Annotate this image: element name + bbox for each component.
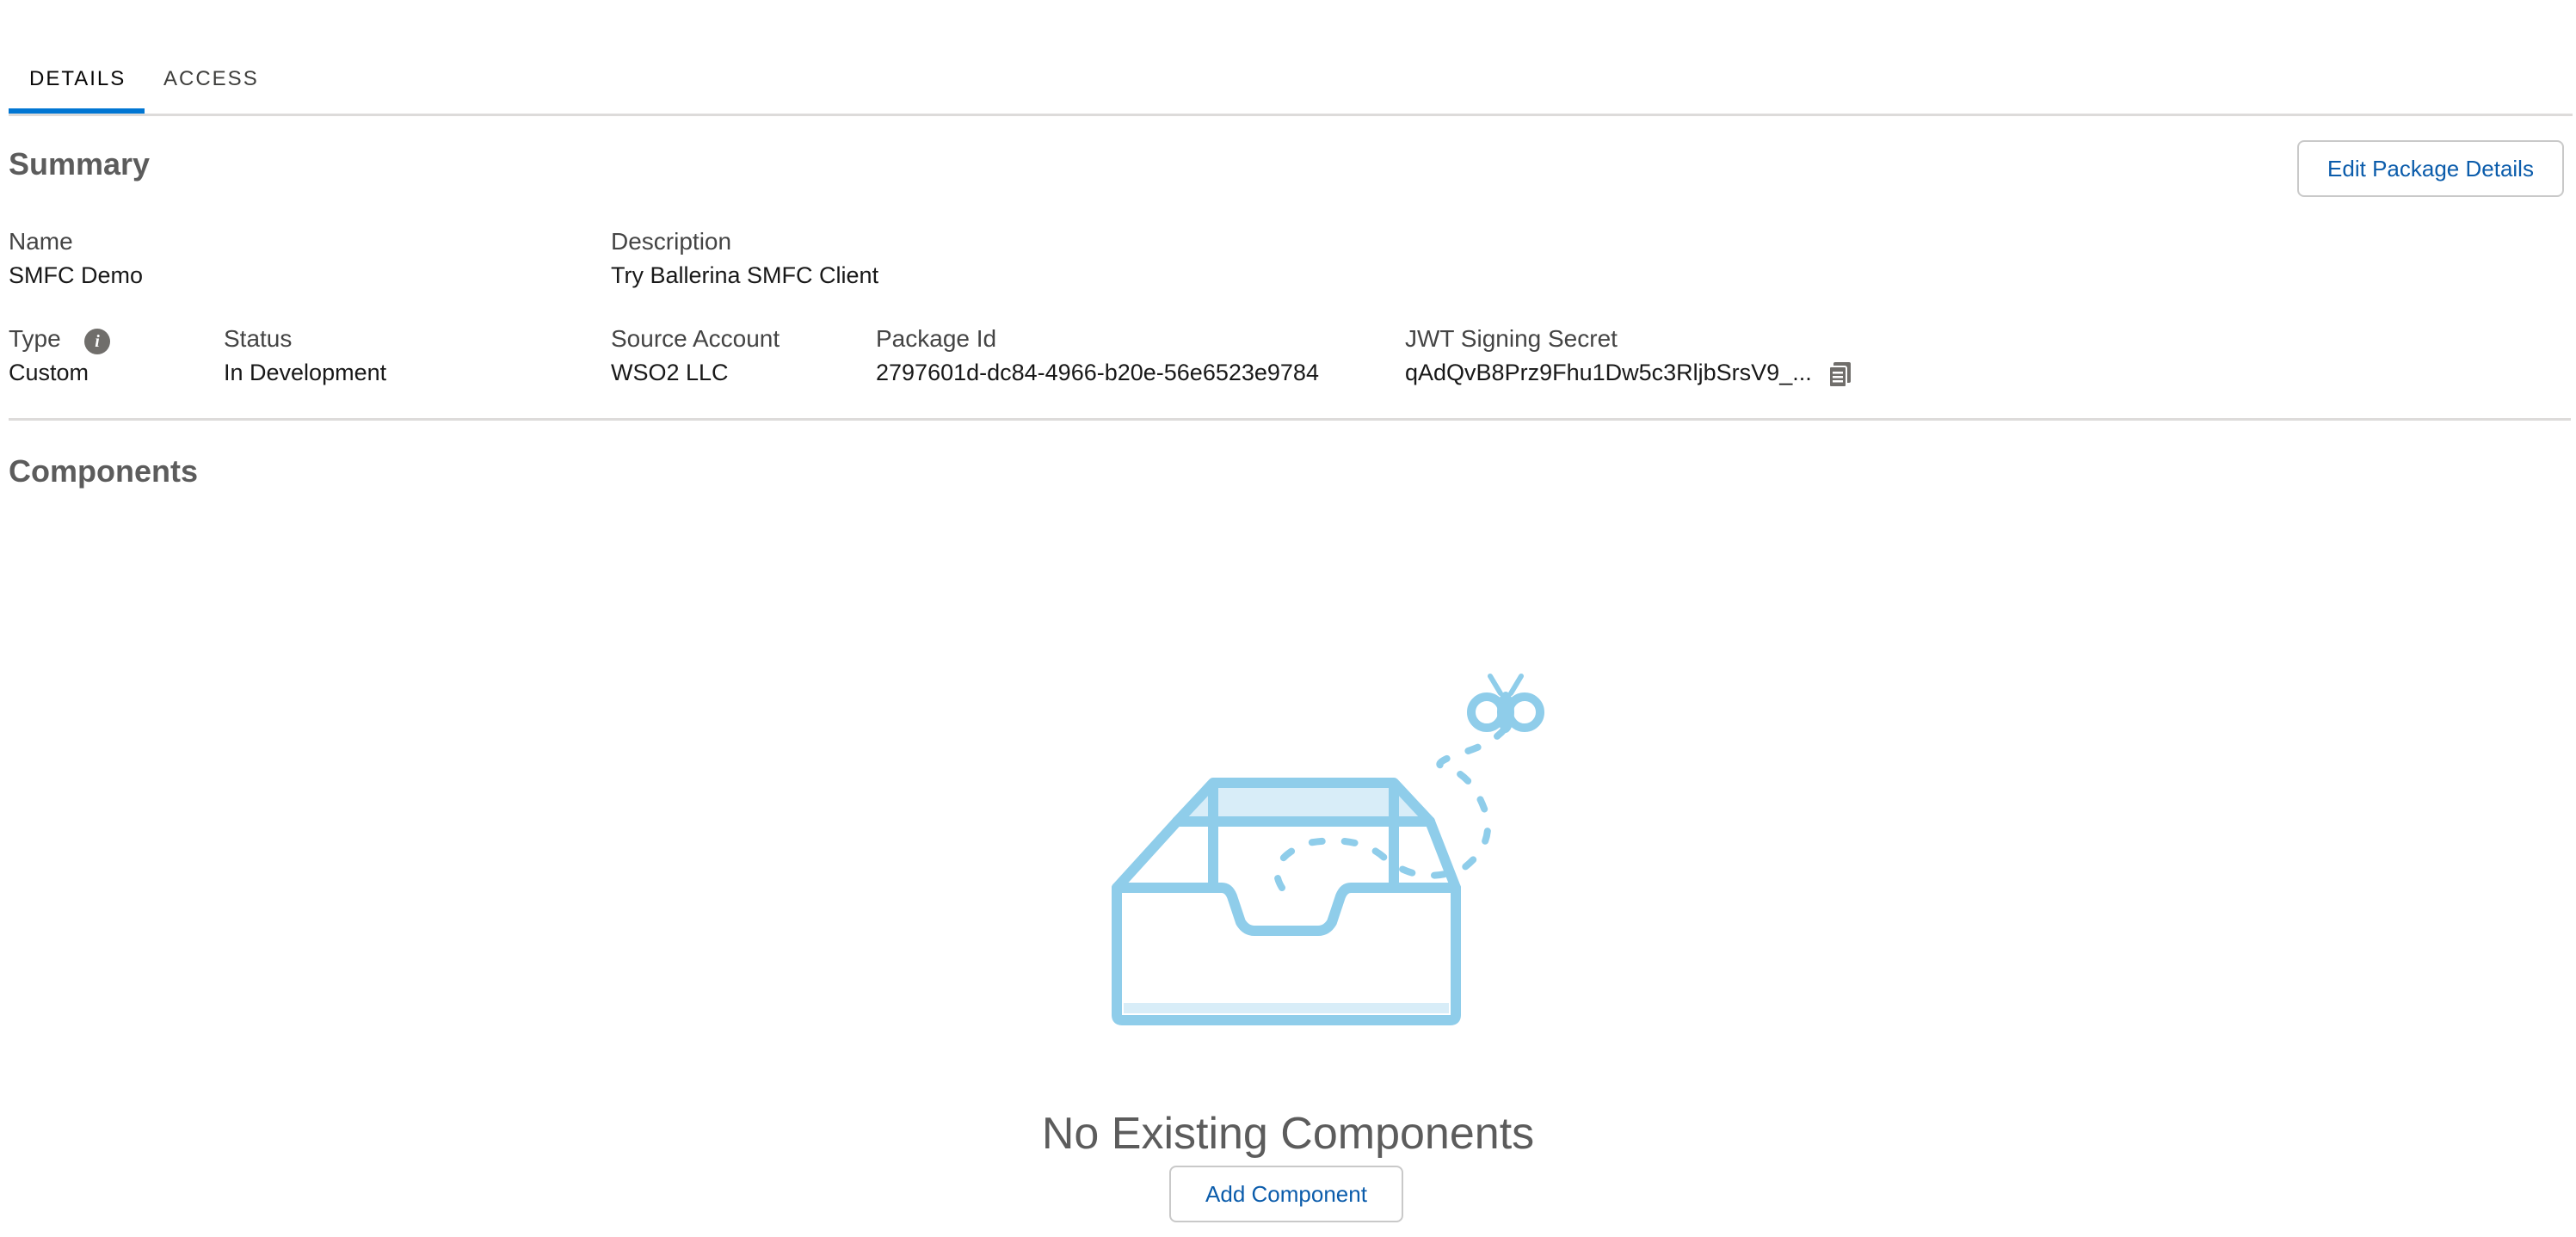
summary-heading: Summary: [9, 146, 151, 182]
jwt-secret-label: JWT Signing Secret: [1405, 325, 1618, 352]
empty-inbox-with-bug-icon: [1112, 674, 1544, 1025]
tab-bar: DETAILS ACCESS: [9, 52, 2573, 116]
package-id-value: 2797601d-dc84-4966-b20e-56e6523e9784: [876, 360, 1319, 385]
empty-state-title: No Existing Components: [1041, 1109, 1535, 1159]
add-component-button[interactable]: Add Component: [1169, 1166, 1403, 1222]
source-account-label: Source Account: [611, 325, 780, 352]
tab-details[interactable]: DETAILS: [29, 67, 126, 91]
components-heading: Components: [9, 453, 198, 489]
active-tab-indicator: [9, 108, 145, 114]
tab-access[interactable]: ACCESS: [163, 67, 259, 91]
description-label: Description: [611, 228, 732, 255]
info-icon[interactable]: i: [84, 329, 110, 354]
section-divider: [9, 418, 2571, 421]
status-value: In Development: [224, 360, 387, 385]
package-id-label: Package Id: [876, 325, 997, 352]
name-value: SMFC Demo: [9, 262, 144, 288]
edit-package-details-button[interactable]: Edit Package Details: [2297, 140, 2564, 197]
status-label: Status: [224, 325, 293, 352]
type-label: Type: [9, 325, 61, 352]
type-value: Custom: [9, 360, 89, 385]
copy-icon[interactable]: [1827, 361, 1853, 389]
description-value: Try Ballerina SMFC Client: [611, 262, 879, 288]
jwt-secret-value: qAdQvB8Prz9Fhu1Dw5c3RljbSrsV9_...: [1405, 360, 1812, 385]
name-label: Name: [9, 228, 73, 255]
source-account-value: WSO2 LLC: [611, 360, 729, 385]
